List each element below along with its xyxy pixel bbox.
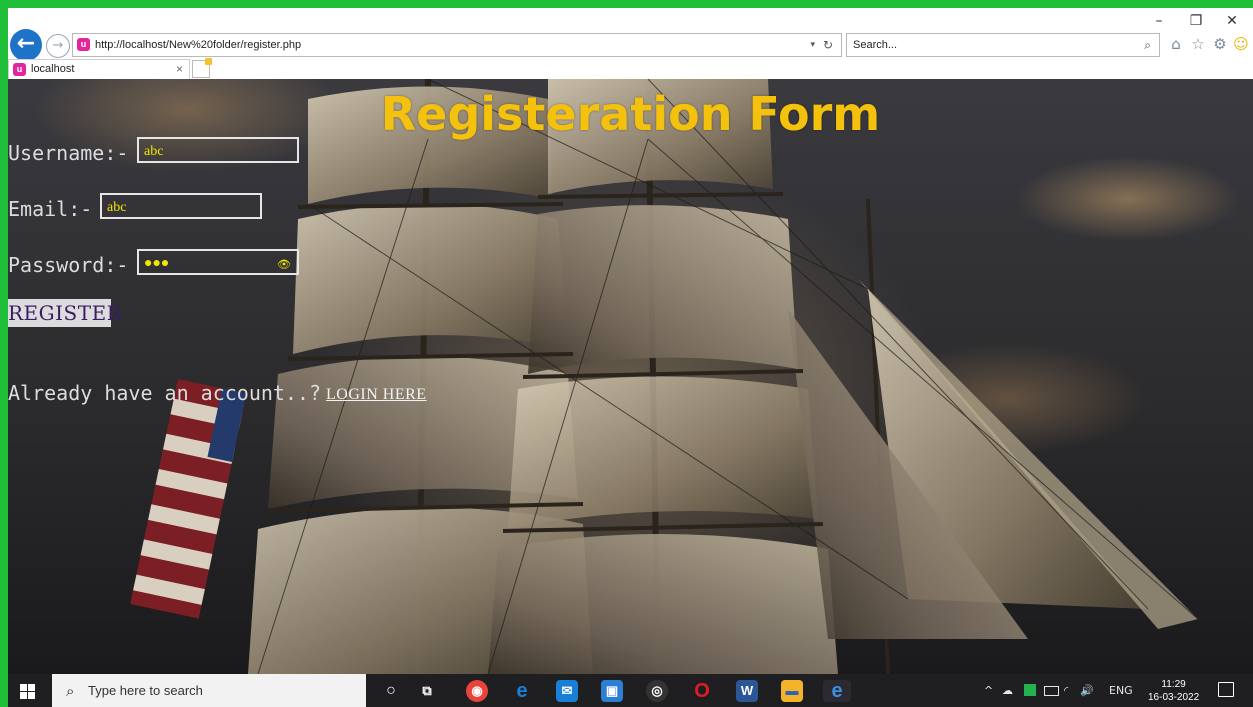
restore-button[interactable]: ❐ bbox=[1178, 11, 1214, 31]
site-favicon-icon: u bbox=[77, 38, 90, 51]
tab-bar: u localhost × bbox=[8, 58, 1253, 80]
search-icon: ⌕ bbox=[66, 682, 75, 700]
new-tab-button[interactable] bbox=[192, 58, 212, 78]
wifi-icon[interactable]: ◜ bbox=[1064, 684, 1068, 697]
url-text: http://localhost/New%20folder/register.p… bbox=[95, 39, 302, 51]
chevron-down-icon[interactable]: ▾ bbox=[810, 34, 815, 56]
already-have-account-text: Already have an account..? bbox=[8, 381, 322, 405]
page-title: Registeration Form bbox=[380, 87, 881, 141]
battery-icon[interactable] bbox=[1044, 686, 1059, 696]
address-bar[interactable]: u http://localhost/New%20folder/register… bbox=[72, 33, 842, 57]
smiley-feedback-icon[interactable]: ☺ bbox=[1231, 34, 1251, 54]
internet-explorer-icon[interactable]: e bbox=[823, 680, 851, 702]
tray-chevron-icon[interactable]: ^ bbox=[984, 684, 993, 697]
username-input[interactable]: abc bbox=[137, 137, 299, 163]
screen: – ❐ ✕ ← → u http://localhost/New%20folde… bbox=[8, 8, 1253, 707]
home-icon[interactable]: ⌂ bbox=[1166, 34, 1186, 54]
taskbar-search-placeholder: Type here to search bbox=[88, 683, 203, 698]
windows-start-icon[interactable] bbox=[16, 680, 46, 702]
volume-icon[interactable]: 🔊 bbox=[1080, 684, 1094, 697]
favorites-star-icon[interactable]: ☆ bbox=[1188, 34, 1208, 54]
register-button[interactable]: REGISTER bbox=[8, 299, 122, 327]
tray-app-icon[interactable] bbox=[1024, 684, 1036, 696]
taskbar-search-box[interactable]: ⌕ Type here to search bbox=[52, 674, 366, 707]
onedrive-cloud-icon[interactable]: ☁ bbox=[1002, 684, 1013, 697]
forward-button[interactable]: → bbox=[46, 34, 70, 58]
task-view-icon[interactable]: ⧉ bbox=[416, 680, 438, 702]
word-icon[interactable]: W bbox=[736, 680, 758, 702]
chrome-icon[interactable]: ◉ bbox=[466, 680, 488, 702]
opera-icon[interactable]: O bbox=[691, 680, 713, 702]
clock[interactable]: 11:29 16-03-2022 bbox=[1148, 678, 1199, 704]
page-content: Registeration Form Username:- abc Email:… bbox=[8, 79, 1253, 674]
show-password-eye-icon[interactable]: 👁 bbox=[277, 252, 291, 278]
password-value: ●●● bbox=[144, 256, 170, 271]
email-label: Email:- bbox=[8, 197, 93, 221]
ship-background-image bbox=[130, 79, 1199, 674]
clock-time: 11:29 bbox=[1161, 679, 1186, 690]
password-label: Password:- bbox=[8, 253, 129, 277]
tab-title: localhost bbox=[31, 63, 75, 75]
minimize-button[interactable]: – bbox=[1141, 11, 1177, 31]
language-indicator[interactable]: ENG bbox=[1109, 684, 1133, 697]
browser-search-input[interactable]: Search... ⌕ bbox=[846, 33, 1160, 57]
password-input[interactable]: ●●● 👁 bbox=[137, 249, 299, 275]
notifications-icon[interactable] bbox=[1218, 682, 1234, 697]
file-explorer-icon[interactable]: ▬ bbox=[781, 680, 803, 702]
taskbar: ⌕ Type here to search ○ ⧉ ◉ e ✉ ▣ ◎ O W … bbox=[8, 674, 1253, 707]
clock-date: 16-03-2022 bbox=[1148, 692, 1200, 703]
username-label: Username:- bbox=[8, 141, 129, 165]
cortana-icon[interactable]: ○ bbox=[380, 680, 402, 702]
edge-icon[interactable]: e bbox=[511, 680, 533, 702]
media-icon[interactable]: ◎ bbox=[646, 680, 668, 702]
refresh-icon[interactable]: ↻ bbox=[823, 34, 833, 56]
email-input[interactable]: abc bbox=[100, 193, 262, 219]
store-icon[interactable]: ▣ bbox=[601, 680, 623, 702]
back-button[interactable]: ← bbox=[10, 29, 42, 61]
close-tab-icon[interactable]: × bbox=[176, 60, 183, 79]
mail-icon[interactable]: ✉ bbox=[556, 680, 578, 702]
tab-favicon-icon: u bbox=[13, 63, 26, 76]
login-here-link[interactable]: LOGIN HERE bbox=[326, 386, 427, 404]
tab-localhost[interactable]: u localhost × bbox=[8, 59, 190, 79]
search-placeholder: Search... bbox=[853, 39, 898, 51]
browser-chrome: – ❐ ✕ ← → u http://localhost/New%20folde… bbox=[8, 8, 1253, 80]
close-button[interactable]: ✕ bbox=[1214, 11, 1250, 31]
gear-icon[interactable]: ⚙ bbox=[1210, 34, 1230, 54]
search-icon[interactable]: ⌕ bbox=[1144, 34, 1151, 56]
